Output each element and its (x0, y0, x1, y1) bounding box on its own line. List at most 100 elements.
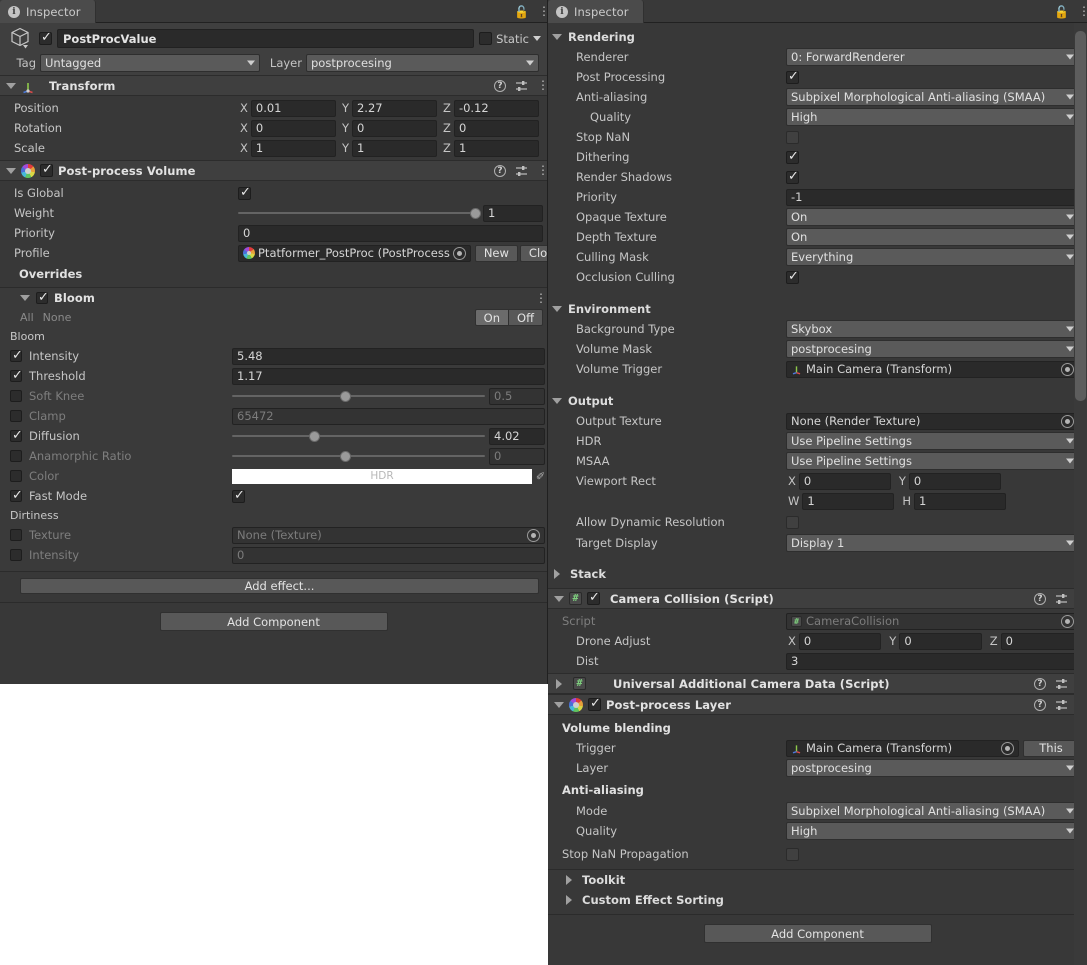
static-checkbox[interactable] (479, 32, 493, 45)
priority-input[interactable]: 0 (238, 224, 543, 242)
viewport-h-input[interactable]: 1 (914, 492, 1007, 510)
drone-x-input[interactable]: 0 (798, 632, 882, 650)
clone-profile-button[interactable]: Clone (519, 244, 547, 262)
component-header-postprocess-volume[interactable]: Post-process Volume ? ⋮ (0, 160, 547, 181)
viewport-x-input[interactable]: 0 (798, 472, 891, 490)
foldout-icon[interactable] (554, 701, 564, 708)
bloom-override-soft-knee[interactable] (10, 390, 22, 402)
component-header-camera-collision[interactable]: # Camera Collision (Script) ? ⋮ (548, 588, 1087, 609)
foldout-icon[interactable] (552, 33, 562, 40)
object-picker-icon[interactable] (1001, 741, 1014, 755)
help-icon[interactable]: ? (1034, 698, 1046, 711)
rendering-culling-mask-dropdown[interactable]: Everything (786, 248, 1079, 266)
bloom-diffusion-slider[interactable] (232, 428, 485, 445)
bloom-header[interactable]: Bloom ⋮ (0, 288, 547, 308)
drone-z-input[interactable]: 0 (1000, 632, 1083, 650)
stopnan-checkbox[interactable] (786, 847, 799, 861)
foldout-icon[interactable] (20, 295, 30, 301)
bloom-enabled-checkbox[interactable] (36, 290, 49, 305)
component-header-universal-camera-data[interactable]: # Universal Additional Camera Data (Scri… (548, 673, 1087, 694)
rendering-render-shadows-checkbox[interactable] (786, 169, 799, 184)
foldout-icon[interactable] (566, 895, 572, 905)
bloom-diffusion-input[interactable]: 4.02 (489, 427, 545, 445)
slider-knob[interactable] (309, 430, 321, 442)
slider-knob[interactable] (339, 390, 351, 402)
weight-value-input[interactable]: 1 (483, 204, 543, 222)
rendering-post-processing-checkbox[interactable] (786, 69, 799, 84)
help-icon[interactable]: ? (494, 164, 506, 177)
rendering-occlusion-culling-checkbox[interactable] (786, 269, 799, 284)
foldout-icon[interactable] (554, 595, 564, 602)
kebab-menu-icon[interactable]: ⋮ (537, 164, 547, 176)
help-icon[interactable]: ? (1034, 592, 1046, 605)
bloom-intensity-input[interactable]: 5.48 (232, 347, 545, 365)
tab-inspector-right[interactable]: i Inspector (548, 0, 644, 23)
eyedropper-icon[interactable]: ✐ (534, 470, 547, 483)
object-picker-icon[interactable] (1061, 414, 1074, 428)
bloom-override-color[interactable] (10, 470, 22, 482)
weight-slider[interactable] (238, 205, 481, 222)
section-environment[interactable]: Environment (548, 298, 1087, 319)
bloom-override-fast-mode[interactable] (10, 488, 23, 503)
slider-knob[interactable] (470, 207, 481, 219)
bloom-override-clamp[interactable] (10, 410, 22, 422)
environment-background-type-dropdown[interactable]: Skybox (786, 320, 1079, 338)
object-picker-icon[interactable] (527, 528, 540, 542)
rendering-stop-nan-checkbox[interactable] (786, 130, 799, 144)
foldout-icon[interactable] (556, 678, 562, 689)
lock-open-icon[interactable]: 🔓 (514, 6, 529, 18)
add-component-button[interactable]: Add Component (703, 924, 932, 943)
bloom-color-swatch[interactable]: HDR (232, 468, 532, 484)
kebab-menu-icon[interactable]: ⋮ (537, 79, 547, 91)
foldout-icon[interactable] (6, 82, 16, 89)
is-global-checkbox[interactable] (238, 185, 251, 200)
allow-dynres-checkbox[interactable] (786, 515, 799, 529)
rendering-depth-texture-dropdown[interactable]: On (786, 228, 1079, 246)
rendering-opaque-texture-dropdown[interactable]: On (786, 208, 1079, 226)
foldout-icon[interactable] (554, 568, 560, 579)
foldout-icon[interactable] (6, 167, 16, 174)
environment-volume-mask-dropdown[interactable]: postprocesing (786, 340, 1079, 358)
transform-position-z-input[interactable]: -0.12 (453, 99, 539, 117)
drone-y-input[interactable]: 0 (899, 632, 982, 650)
gameobject-name-input[interactable]: PostProcValue (57, 29, 475, 48)
bloom-soft-knee-input[interactable]: 0.5 (489, 387, 545, 405)
dirt-intensity-input[interactable]: 0 (232, 546, 545, 564)
lock-open-icon[interactable]: 🔓 (1054, 6, 1069, 18)
preset-icon[interactable] (1055, 699, 1068, 711)
rendering-renderer-dropdown[interactable]: 0: ForwardRenderer (786, 48, 1079, 66)
rendering-anti-aliasing-dropdown[interactable]: Subpixel Morphological Anti-aliasing (SM… (786, 88, 1079, 106)
component-enabled-checkbox[interactable] (588, 696, 601, 711)
component-header-transform[interactable]: Transform ? ⋮ (0, 75, 547, 96)
transform-position-x-input[interactable]: 0.01 (250, 99, 336, 117)
trigger-object-field[interactable]: Main Camera (Transform) (786, 739, 1019, 757)
tab-inspector-left[interactable]: i Inspector (0, 0, 96, 23)
rendering-priority-input[interactable]: -1 (786, 188, 1079, 206)
component-enabled-checkbox[interactable] (587, 590, 600, 605)
add-effect-button[interactable]: Add effect... (20, 578, 539, 594)
dist-input[interactable]: 3 (786, 652, 1079, 670)
kebab-menu-icon[interactable]: ⋮ (1078, 5, 1087, 17)
bloom-soft-knee-slider[interactable] (232, 388, 485, 405)
preset-icon[interactable] (515, 165, 528, 177)
transform-scale-z-input[interactable]: 1 (453, 139, 539, 157)
slider-knob[interactable] (339, 450, 351, 462)
foldout-icon[interactable] (552, 397, 562, 404)
section-custom-effect-sorting[interactable]: Custom Effect Sorting (548, 890, 1087, 910)
dirt-override-intensity[interactable] (10, 549, 22, 561)
bloom-threshold-input[interactable]: 1.17 (232, 367, 545, 385)
section-stack[interactable]: Stack (548, 563, 1087, 584)
foldout-icon[interactable] (552, 305, 562, 312)
bloom-clamp-input[interactable]: 65472 (232, 407, 545, 425)
tag-dropdown[interactable]: Untagged (40, 53, 260, 72)
bloom-anamorphic-ratio-slider[interactable] (232, 448, 485, 465)
component-enabled-checkbox[interactable] (40, 162, 53, 177)
profile-object-field[interactable]: Ptatformer_PostProc (PostProcess (238, 244, 471, 262)
output-output-texture-object-field[interactable]: None (Render Texture) (786, 412, 1079, 430)
new-profile-button[interactable]: New (474, 244, 518, 262)
transform-position-y-input[interactable]: 2.27 (351, 99, 438, 117)
help-icon[interactable]: ? (494, 79, 506, 92)
all-link[interactable]: All (20, 311, 34, 324)
trigger-this-button[interactable]: This (1023, 739, 1079, 757)
transform-rotation-z-input[interactable]: 0 (453, 119, 539, 137)
